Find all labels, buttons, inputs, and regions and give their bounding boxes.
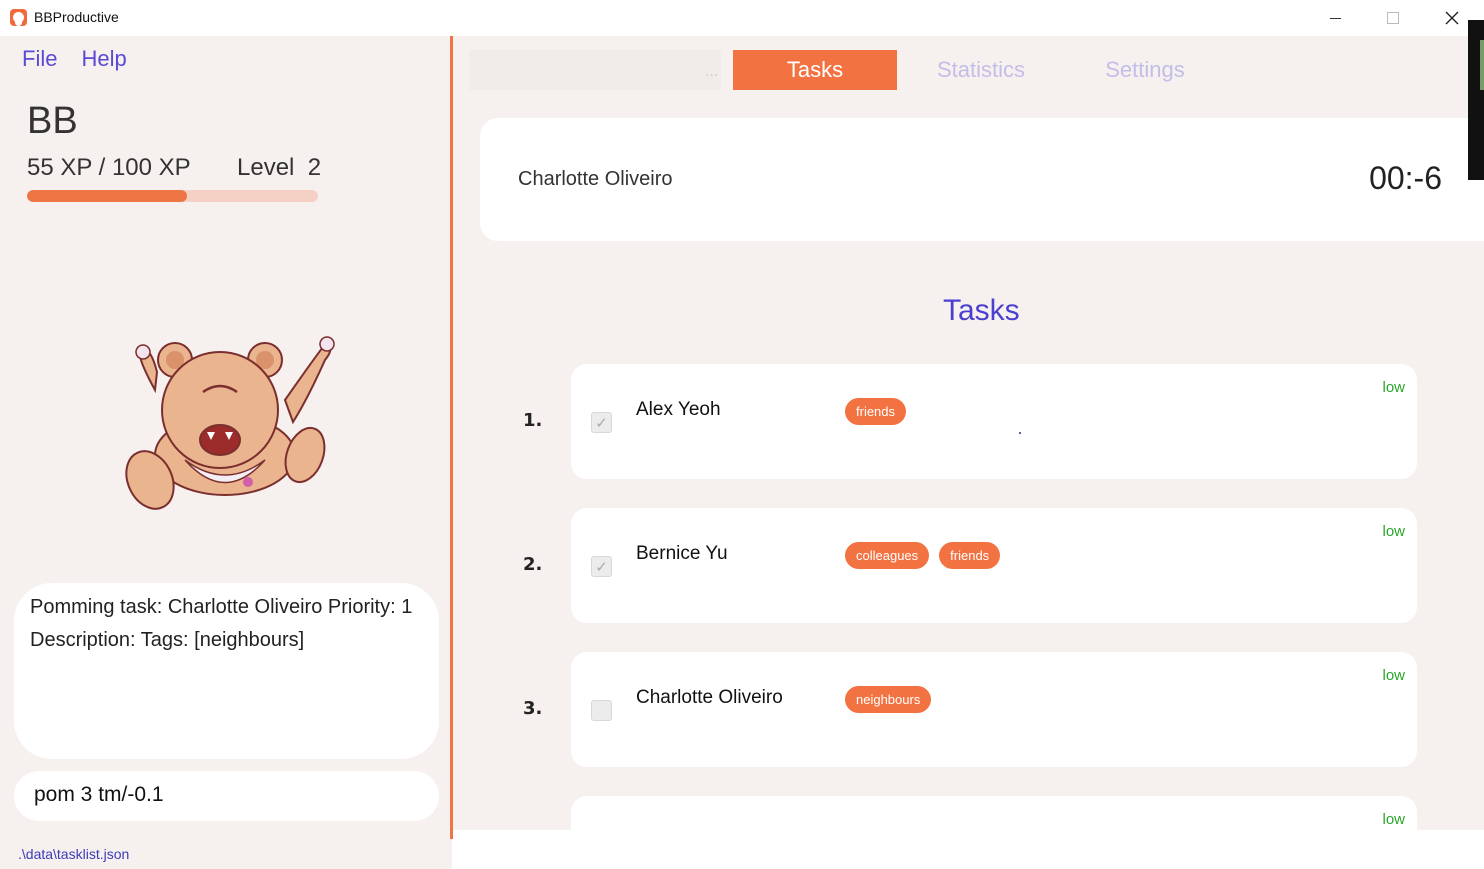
level-text: Level 2 [237,154,322,181]
task-index: 3. [523,698,543,719]
xp-text: 55 XP / 100 XP [27,154,191,181]
maximize-icon[interactable] [1378,5,1408,31]
left-panel: File Help BB 55 XP / 100 XP Level 2 Pomm… [0,36,452,869]
checkmark-icon: ✓ [595,413,608,432]
task-card[interactable]: ✓ Alex Yeoh friends low [571,364,1417,479]
task-row[interactable]: 1. ✓ Alex Yeoh friends low [453,364,1484,479]
app-logo-icon [10,9,27,26]
task-done-checkbox[interactable]: ✓ [591,556,612,577]
menu-file[interactable]: File [22,46,57,72]
task-tags: neighbours [845,686,932,713]
tasks-heading: Tasks [943,294,1020,327]
right-panel: ... Tasks Statistics Settings Charlotte … [453,36,1484,830]
task-tag: neighbours [845,686,932,713]
task-name: Bernice Yu [636,543,728,564]
task-name: Alex Yeoh [636,399,721,420]
tab-settings[interactable]: Settings [1063,50,1227,90]
task-card[interactable]: Charlotte Oliveiro neighbours low [571,652,1417,767]
tab-placeholder [469,50,721,90]
task-name: Charlotte Oliveiro [636,687,783,708]
task-row[interactable]: low [453,796,1484,830]
timer-value: 00:-6 [1369,160,1442,196]
task-priority: low [1382,667,1405,684]
menu-help[interactable]: Help [81,46,126,72]
task-tag: friends [845,398,907,425]
status-bar-path: .\data\tasklist.json [18,846,130,862]
stray-dot [1019,432,1021,434]
menu-bar: File Help [22,46,127,72]
task-card[interactable]: ✓ Bernice Yu colleagues friends low [571,508,1417,623]
pomodoro-timer-card: Charlotte Oliveiro 00:-6 [480,118,1484,241]
tab-overflow-dots: ... [705,64,719,80]
user-name: BB [27,100,78,142]
task-card[interactable]: low [571,796,1417,830]
result-display: Pomming task: Charlotte Oliveiro Priorit… [14,583,439,759]
window-title: BBProductive [34,9,119,25]
xp-progress-fill [27,190,188,202]
checkmark-icon: ✓ [595,557,608,576]
task-index: 2. [523,554,543,575]
task-priority: low [1382,379,1405,396]
background-window-edge [1468,20,1484,180]
task-tags: colleagues friends [845,542,1001,569]
task-tag: colleagues [845,542,930,569]
title-bar: BBProductive [0,0,1484,36]
task-done-checkbox[interactable]: ✓ [591,412,612,433]
command-input[interactable]: pom 3 tm/-0.1 [14,771,439,821]
close-icon[interactable] [1437,5,1467,31]
bear-mascot-image [125,336,335,510]
task-priority: low [1382,811,1405,828]
task-row[interactable]: 3. Charlotte Oliveiro neighbours low [453,652,1484,767]
timer-task-name: Charlotte Oliveiro [518,168,673,190]
task-priority: low [1382,523,1405,540]
task-tag: friends [939,542,1001,569]
task-tags: friends [845,398,907,425]
xp-progress-bar [27,190,318,202]
tab-tasks[interactable]: Tasks [733,50,897,90]
minimize-icon[interactable] [1320,5,1350,31]
tab-statistics[interactable]: Statistics [899,50,1063,90]
task-index: 1. [523,410,543,431]
task-done-checkbox[interactable] [591,700,612,721]
task-row[interactable]: 2. ✓ Bernice Yu colleagues friends low [453,508,1484,623]
